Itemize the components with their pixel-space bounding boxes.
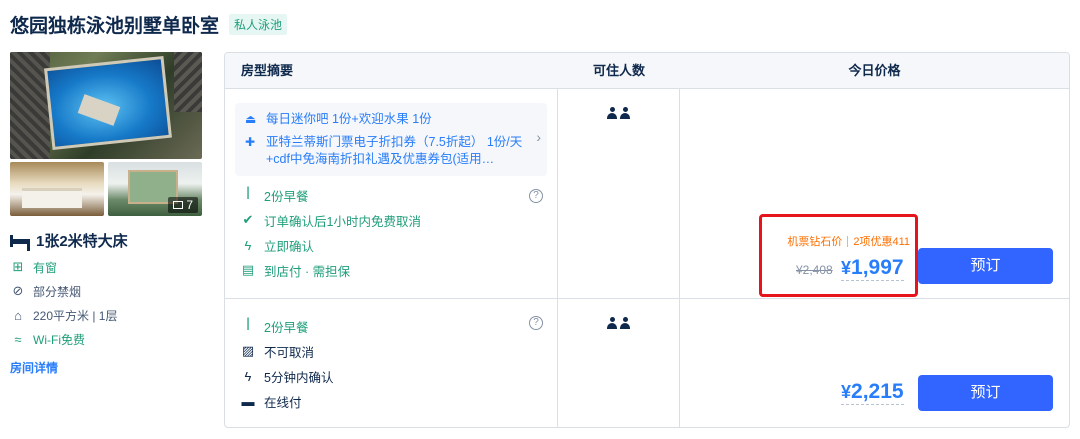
room-details-link[interactable]: 房间详情 <box>10 359 202 376</box>
bed-info: 1张2米特大床 <box>10 230 202 251</box>
condition-text: 在线付 <box>264 395 302 410</box>
meal-icon: ꟾ <box>246 187 250 202</box>
condition-item: ▬ 在线付 <box>235 389 547 413</box>
card-icon: ▬ <box>241 393 255 409</box>
image-icon <box>173 201 184 209</box>
rate-summary: ꟾ 2份早餐 ? ▨ 不可取消 ϟ 5分钟内确认 ▬ 在线付 <box>225 299 558 427</box>
roof-shape <box>174 52 202 112</box>
person-icon <box>607 107 617 119</box>
meal-icon: ꟾ <box>246 318 250 333</box>
private-pool-tag: 私人泳池 <box>229 13 288 35</box>
condition-item: ꟾ 2份早餐 <box>235 314 547 338</box>
current-price[interactable]: ¥2,215 <box>841 380 904 405</box>
header-summary: 房型摘要 <box>241 63 294 78</box>
condition-text: 2份早餐 <box>264 320 309 335</box>
bed-icon <box>10 234 30 247</box>
condition-item: ϟ 5分钟内确认 <box>235 364 547 388</box>
person-icon <box>607 317 617 329</box>
feature-label: Wi-Fi免费 <box>33 332 85 347</box>
condition-text: 到店付 · 需担保 <box>264 264 351 279</box>
area-icon: ⌂ <box>14 307 22 323</box>
room-feature: ⊞ 有窗 <box>10 259 202 275</box>
condition-text: 立即确认 <box>264 239 315 254</box>
header-occupancy: 可住人数 <box>592 63 645 78</box>
header-price: 今日价格 <box>848 63 901 78</box>
feature-label: 有窗 <box>33 260 58 275</box>
gift-icon: ✚ <box>245 135 256 149</box>
book-button[interactable]: 预订 <box>918 375 1053 411</box>
wifi-icon: ≈ <box>14 331 22 347</box>
room-photo-main[interactable] <box>10 52 202 159</box>
condition-text: 不可取消 <box>264 345 315 360</box>
check-circle-icon: ✔ <box>242 212 254 227</box>
currency-symbol: ¥ <box>841 382 852 402</box>
photo-count: 7 <box>186 198 193 212</box>
condition-item: ϟ 立即确认 <box>235 233 547 257</box>
condition-text: 2份早餐 <box>264 189 309 204</box>
minibar-icon: ⏏ <box>245 112 257 126</box>
room-info-panel: 7 1张2米特大床 ⊞ 有窗 ⊘ 部分禁烟 ⌂ 220平方米 | 1层 ≈ Wi… <box>10 52 202 376</box>
table-header: 房型摘要 可住人数 今日价格 <box>225 53 1069 89</box>
condition-text: 5分钟内确认 <box>264 370 334 385</box>
chevron-right-icon[interactable]: › <box>536 129 541 145</box>
rate-summary: ⏏ 每日迷你吧 1份+欢迎水果 1份 ✚ 亚特兰蒂斯门票电子折扣券（7.5折起）… <box>225 89 558 298</box>
pay-at-hotel-icon: ▤ <box>241 262 255 277</box>
info-icon[interactable]: ? <box>529 316 543 330</box>
room-feature: ⊘ 部分禁烟 <box>10 283 202 299</box>
photo-count-badge: 7 <box>168 197 198 213</box>
info-icon[interactable]: ? <box>529 189 543 203</box>
lightning-icon: ϟ <box>244 237 252 253</box>
room-photo-thumb[interactable] <box>10 162 104 216</box>
book-button[interactable]: 预订 <box>918 248 1053 284</box>
room-photo-thumb[interactable]: 7 <box>108 162 202 216</box>
condition-item: ▨ 不可取消 <box>235 339 547 363</box>
rate-table: 房型摘要 可住人数 今日价格 ⏏ 每日迷你吧 1份+欢迎水果 1份 ✚ 亚特兰蒂… <box>224 52 1070 428</box>
guest-icons <box>558 317 679 329</box>
rate-row: ꟾ 2份早餐 ? ▨ 不可取消 ϟ 5分钟内确认 ▬ 在线付 ¥2,215 预订 <box>225 299 1069 427</box>
lightning-icon: ϟ <box>244 368 252 384</box>
room-feature: ⌂ 220平方米 | 1层 <box>10 307 202 323</box>
condition-item: ✔ 订单确认后1小时内免费取消 <box>235 208 547 232</box>
room-header: 悠园独栋泳池别墅单卧室 私人泳池 <box>10 10 288 38</box>
rate-row: ⏏ 每日迷你吧 1份+欢迎水果 1份 ✚ 亚特兰蒂斯门票电子折扣券（7.5折起）… <box>225 89 1069 299</box>
no-cancel-icon: ▨ <box>241 343 255 358</box>
feature-label: 220平方米 | 1层 <box>33 308 118 323</box>
perk-text: 亚特兰蒂斯门票电子折扣券（7.5折起） 1份/天+cdf中免海南折扣礼遇及优惠券… <box>266 135 523 166</box>
condition-text: 订单确认后1小时内免费取消 <box>264 214 421 229</box>
perk-item: ⏏ 每日迷你吧 1份+欢迎水果 1份 <box>245 111 537 128</box>
perk-item: ✚ 亚特兰蒂斯门票电子折扣券（7.5折起） 1份/天+cdf中免海南折扣礼遇及优… <box>245 134 537 168</box>
occupancy-cell <box>558 89 680 298</box>
room-title: 悠园独栋泳池别墅单卧室 <box>10 15 220 37</box>
feature-label: 部分禁烟 <box>33 284 82 299</box>
bed-type: 1张2米特大床 <box>36 233 128 250</box>
condition-item: ꟾ 2份早餐 <box>235 183 547 207</box>
photo-thumbnails: 7 <box>10 162 202 216</box>
price-cell: ¥2,215 预订 <box>680 299 1069 427</box>
price-value: 2,215 <box>851 380 904 403</box>
condition-item: ▤ 到店付 · 需担保 <box>235 258 547 282</box>
occupancy-cell <box>558 299 680 427</box>
person-icon <box>620 317 630 329</box>
price-highlight-box <box>759 214 918 297</box>
person-icon <box>620 107 630 119</box>
room-feature: ≈ Wi-Fi免费 <box>10 331 202 347</box>
window-icon: ⊞ <box>12 259 24 274</box>
no-smoking-icon: ⊘ <box>12 283 24 298</box>
perk-text: 每日迷你吧 1份+欢迎水果 1份 <box>266 112 432 126</box>
perks-box[interactable]: ⏏ 每日迷你吧 1份+欢迎水果 1份 ✚ 亚特兰蒂斯门票电子折扣券（7.5折起）… <box>235 103 547 176</box>
guest-icons <box>558 107 679 119</box>
